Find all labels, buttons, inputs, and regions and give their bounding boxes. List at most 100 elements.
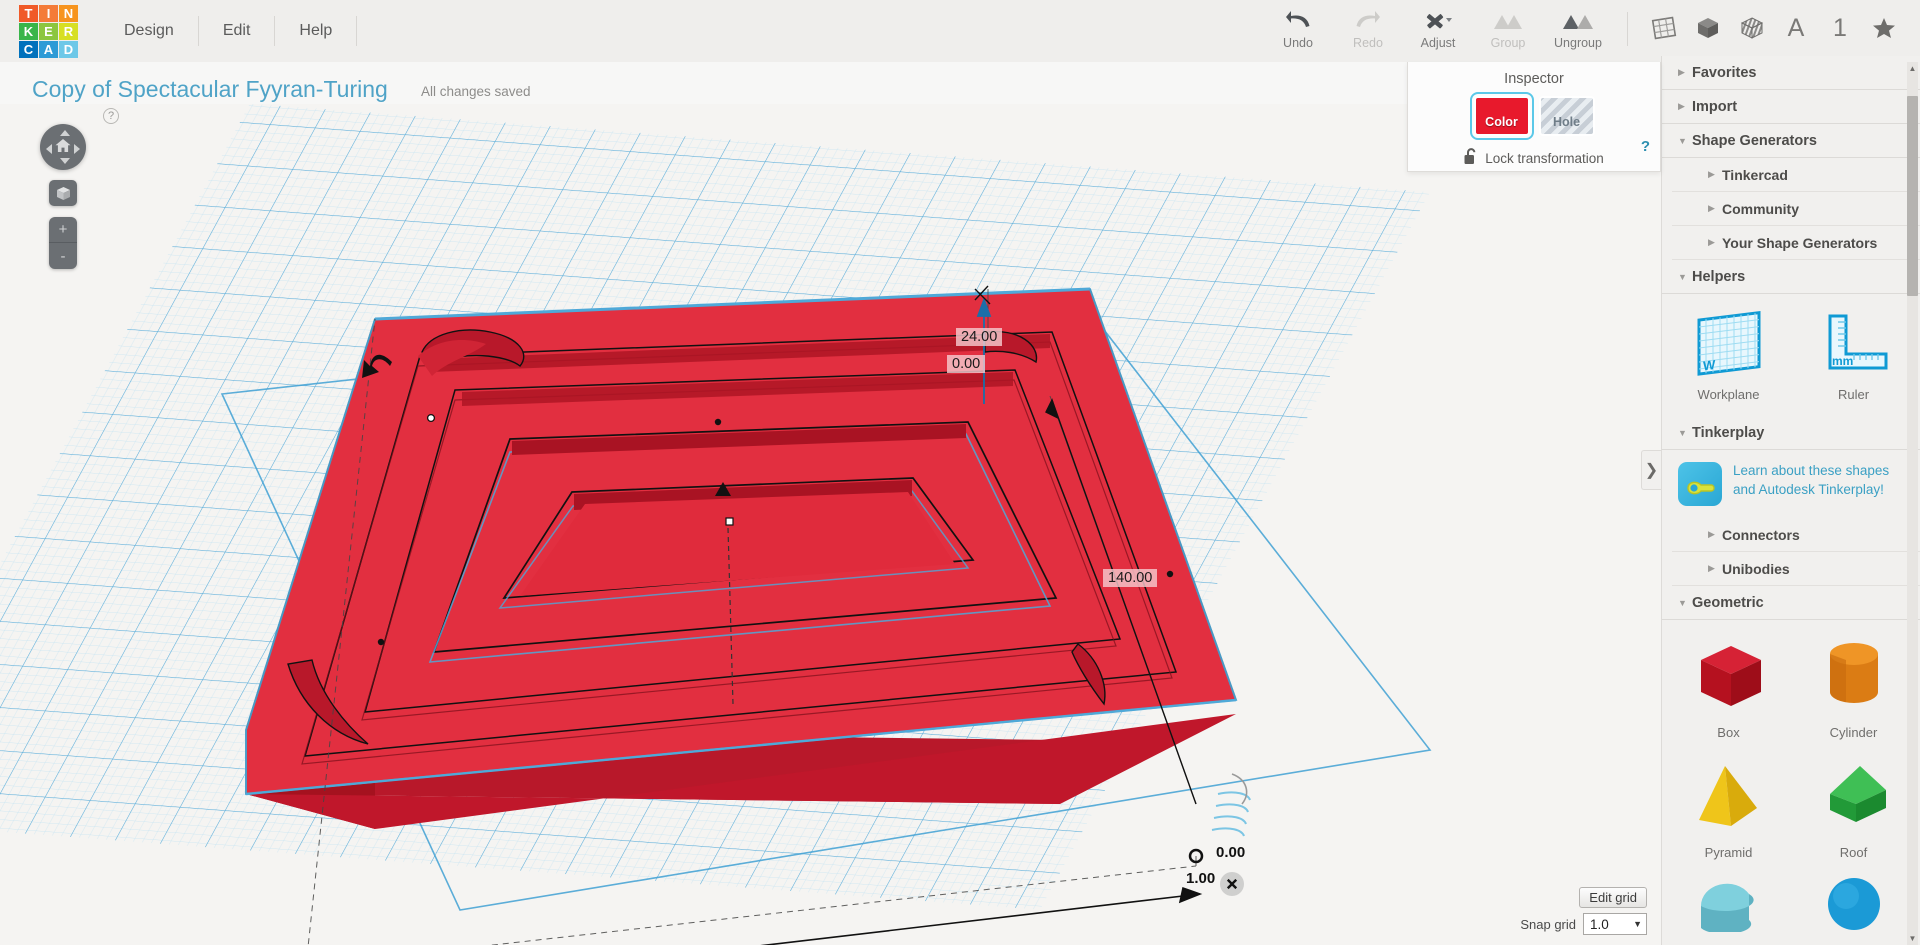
pyramid-shape-icon	[1687, 756, 1771, 839]
lock-transformation-label: Lock transformation	[1485, 150, 1604, 166]
group-button[interactable]: Group	[1479, 0, 1537, 50]
sidebar-item-community[interactable]: ▶ Community	[1672, 192, 1920, 226]
sidebar-label-helpers: Helpers	[1692, 268, 1746, 285]
workplane-3d-scene	[0, 104, 1432, 945]
z-offset-dimension-label[interactable]: 0.00	[947, 355, 986, 373]
home-icon[interactable]	[55, 139, 71, 155]
number-tool-icon[interactable]: 1	[1818, 0, 1862, 56]
sidebar-section-helpers[interactable]: ▼ Helpers	[1662, 260, 1920, 294]
scroll-up-arrow-icon[interactable]: ▲	[1908, 64, 1917, 73]
sidebar-section-favorites[interactable]: ▶ Favorites	[1662, 56, 1920, 90]
action-toolbar: Undo Redo Adjust Group Ungroup A 1	[1263, 0, 1920, 62]
sidebar-label-unibodies: Unibodies	[1722, 560, 1790, 577]
tinkerplay-promo-line1: Learn about these shapes	[1733, 463, 1890, 478]
shape-cylinder[interactable]: Cylinder	[1791, 630, 1916, 750]
arrow-right-icon[interactable]	[74, 144, 80, 154]
ungroup-button[interactable]: Ungroup	[1549, 0, 1607, 50]
shape-roof[interactable]: Roof	[1791, 750, 1916, 870]
shape-pyramid[interactable]: Pyramid	[1666, 750, 1791, 870]
helper-workplane-label: Workplane	[1697, 387, 1760, 402]
redo-button[interactable]: Redo	[1339, 0, 1397, 50]
zoom-out-button[interactable]: -	[49, 243, 77, 269]
snap-grid-label: Snap grid	[1520, 916, 1576, 932]
color-swatch-button[interactable]: Color	[1469, 92, 1534, 140]
page-title[interactable]: Copy of Spectacular Fyyran-Turing	[32, 76, 388, 103]
tinkercad-logo[interactable]: TIN KER CAD	[19, 5, 78, 58]
sidebar-collapse-button[interactable]: ❯	[1641, 450, 1661, 490]
sidebar-label-your-shape-generators: Your Shape Generators	[1722, 234, 1878, 251]
menu-item-help[interactable]: Help	[275, 14, 356, 48]
sidebar-section-import[interactable]: ▶ Import	[1662, 90, 1920, 124]
view-toolbar: A 1	[1642, 0, 1920, 56]
box-shape-icon	[1687, 636, 1771, 719]
tinkerplay-promo[interactable]: Learn about these shapes and Autodesk Ti…	[1662, 450, 1920, 518]
sidebar-label-tinkercad: Tinkercad	[1722, 166, 1788, 183]
edit-grid-button[interactable]: Edit grid	[1579, 887, 1647, 908]
helpers-grid: W Workplane mm Ruler	[1662, 294, 1920, 416]
lock-transformation-row[interactable]: Lock transformation	[1408, 148, 1660, 168]
half-cylinder-shape-icon	[1687, 876, 1771, 937]
zoom-controls: + -	[49, 217, 77, 269]
toolbar-divider	[1627, 12, 1628, 46]
favorite-star-icon[interactable]	[1862, 0, 1906, 56]
arrow-down-icon[interactable]	[60, 158, 70, 164]
transparent-cube-view-icon[interactable]	[1730, 0, 1774, 56]
ungroup-shapes-icon	[1561, 8, 1595, 34]
tinkercad-app: TINKERCAD Design Edit Help Undo Redo Adj…	[0, 0, 1920, 945]
shape-box-label: Box	[1717, 725, 1740, 740]
sidebar-item-your-shape-generators[interactable]: ▶ Your Shape Generators	[1672, 226, 1920, 260]
chevron-down-icon: ▼	[1678, 427, 1687, 438]
sidebar-label-shape-generators: Shape Generators	[1692, 132, 1817, 149]
view-orbit-disc[interactable]	[40, 124, 86, 170]
logo-tile-k: K	[19, 23, 38, 40]
depth-dimension-label[interactable]: 140.00	[1103, 569, 1158, 587]
inspector-help-icon[interactable]: ?	[1641, 138, 1650, 155]
sidebar-scrollbar[interactable]: ▲ ▼	[1907, 62, 1918, 945]
adjust-button[interactable]: Adjust	[1409, 0, 1467, 50]
snap-grid-row: Snap grid 1.0 ▼	[1520, 913, 1647, 935]
canvas-help-icon[interactable]: ?	[103, 108, 119, 124]
zoom-in-button[interactable]: +	[49, 217, 77, 243]
snap-grid-value: 1.0	[1590, 916, 1609, 932]
height-dimension-label[interactable]: 24.00	[956, 328, 1003, 346]
design-canvas[interactable]: 24.00 0.00 140.00 0.00 1.00 140.00 ?	[0, 104, 1661, 945]
shape-half-cylinder[interactable]	[1666, 870, 1791, 945]
arrow-left-icon[interactable]	[46, 144, 52, 154]
hole-swatch-button[interactable]: Hole	[1538, 96, 1595, 136]
helper-ruler-label: Ruler	[1837, 387, 1870, 402]
menu-item-design[interactable]: Design	[100, 14, 198, 48]
shape-box[interactable]: Box	[1666, 630, 1791, 750]
tinkerplay-promo-text[interactable]: Learn about these shapes and Autodesk Ti…	[1733, 462, 1889, 499]
rotation-angle-value[interactable]: 0.00	[1216, 844, 1245, 861]
sidebar-item-connectors[interactable]: ▶ Connectors	[1672, 518, 1920, 552]
sidebar-section-geometric[interactable]: ▼ Geometric	[1662, 586, 1920, 620]
menu-item-edit[interactable]: Edit	[199, 14, 275, 48]
arrow-up-icon[interactable]	[60, 130, 70, 136]
sidebar-section-tinkerplay[interactable]: ▼ Tinkerplay	[1662, 416, 1920, 450]
scroll-down-arrow-icon[interactable]: ▼	[1908, 934, 1917, 943]
inspector-swatches: Color Hole ?	[1408, 92, 1660, 155]
helper-workplane[interactable]: W Workplane	[1666, 304, 1791, 412]
chevron-right-icon: ▶	[1708, 237, 1715, 247]
helper-ruler[interactable]: mm Ruler	[1791, 304, 1916, 412]
rotation-snap-value[interactable]: 1.00	[1186, 870, 1215, 887]
shape-sphere[interactable]	[1791, 870, 1916, 945]
logo-tile-r: R	[59, 23, 78, 40]
chevron-down-icon: ▼	[1678, 597, 1687, 608]
fit-view-cube-icon[interactable]	[49, 180, 77, 206]
view-navigation-widget: ? + -	[40, 108, 119, 269]
workplane-view-icon[interactable]	[1642, 0, 1686, 56]
sidebar-item-tinkercad[interactable]: ▶ Tinkercad	[1672, 158, 1920, 192]
sidebar-section-shape-generators[interactable]: ▼ Shape Generators	[1662, 124, 1920, 158]
shape-cylinder-label: Cylinder	[1829, 725, 1878, 740]
undo-button[interactable]: Undo	[1269, 0, 1327, 50]
logo-tile-n: N	[59, 5, 78, 22]
shapes-sidebar[interactable]: ▶ Favorites ▶ Import ▼ Shape Generators …	[1661, 56, 1920, 945]
snap-grid-select[interactable]: 1.0 ▼	[1583, 913, 1647, 935]
sidebar-scrollbar-thumb[interactable]	[1907, 96, 1918, 296]
grid-controls: Edit grid Snap grid 1.0 ▼	[1520, 887, 1647, 935]
text-tool-icon[interactable]: A	[1774, 0, 1818, 56]
chevron-right-icon: ▶	[1708, 529, 1715, 539]
solid-cube-view-icon[interactable]	[1686, 0, 1730, 56]
sidebar-item-unibodies[interactable]: ▶ Unibodies	[1672, 552, 1920, 586]
